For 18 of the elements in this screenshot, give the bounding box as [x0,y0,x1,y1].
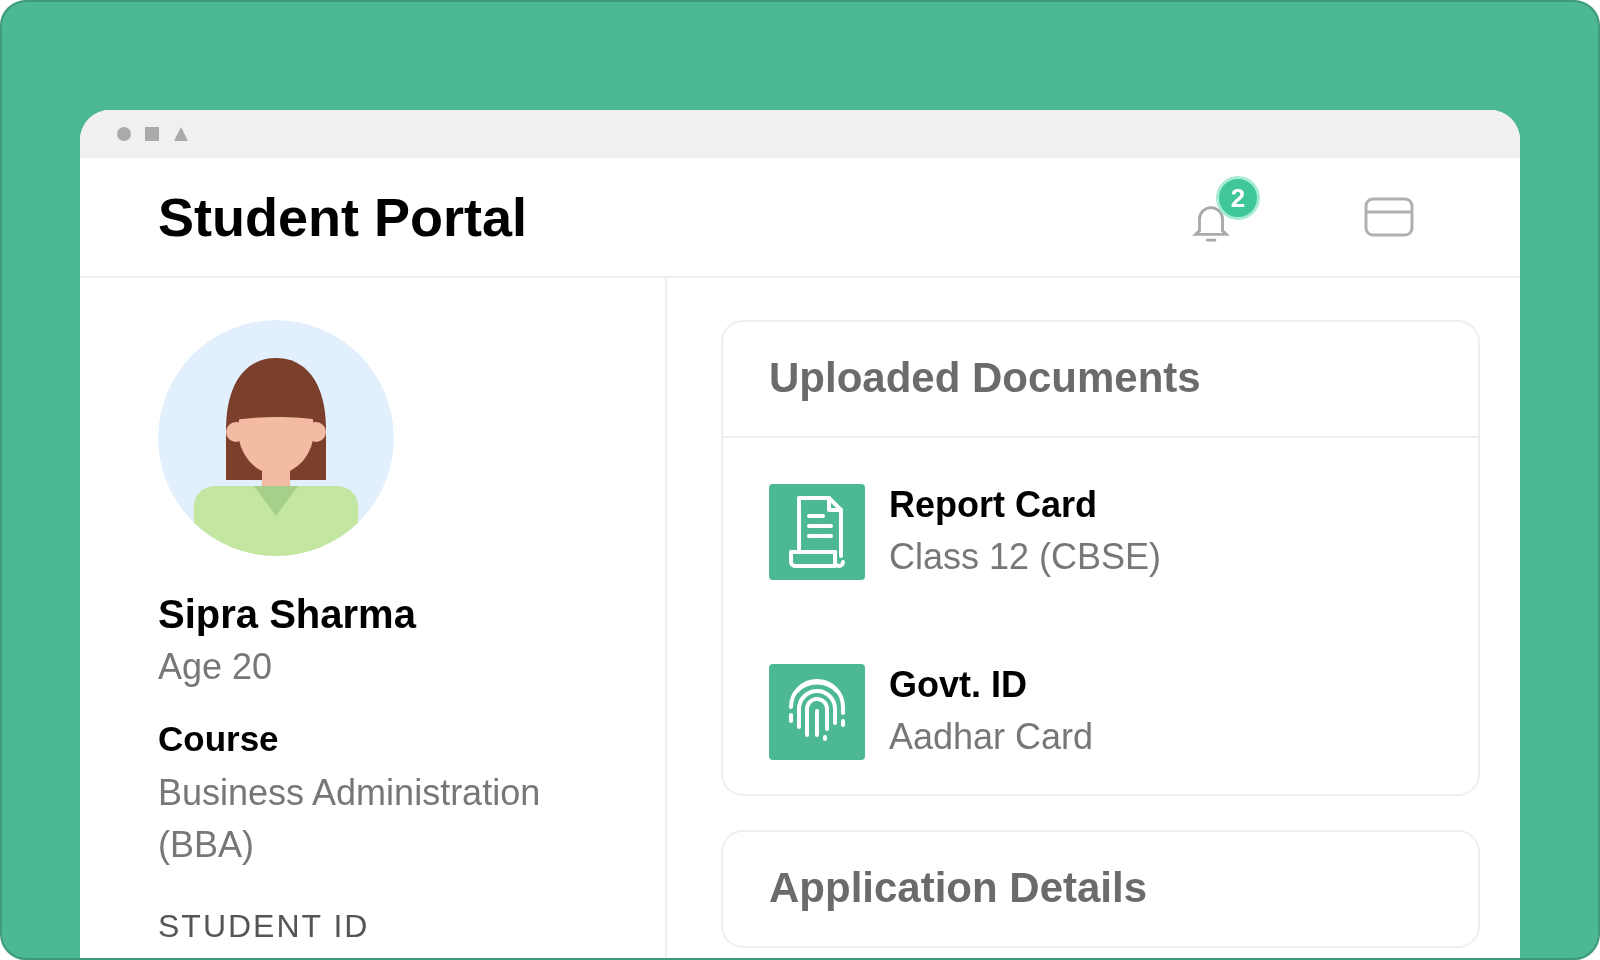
notification-badge: 2 [1216,176,1260,220]
document-subtitle: Aadhar Card [889,716,1094,758]
card-title: Application Details [769,864,1149,912]
window-controls-icon[interactable] [116,126,188,142]
course-name: Business Administration (BBA) [158,771,542,868]
student-name: Sipra Sharma [158,592,418,637]
app-title: Student Portal [158,186,528,248]
document-icon [769,484,865,580]
card-title: Uploaded Documents [769,354,1202,402]
document-title: Govt. ID [889,664,1028,706]
student-id-label: STUDENT ID [158,907,371,945]
course-label: Course [158,719,280,760]
student-age: Age 20 [158,645,274,689]
notification-button[interactable]: 2 [1188,176,1260,244]
card-icon [1364,197,1414,237]
document-subtitle: Class 12 (CBSE) [889,536,1162,578]
document-title: Report Card [889,484,1099,526]
fingerprint-icon [769,664,865,760]
